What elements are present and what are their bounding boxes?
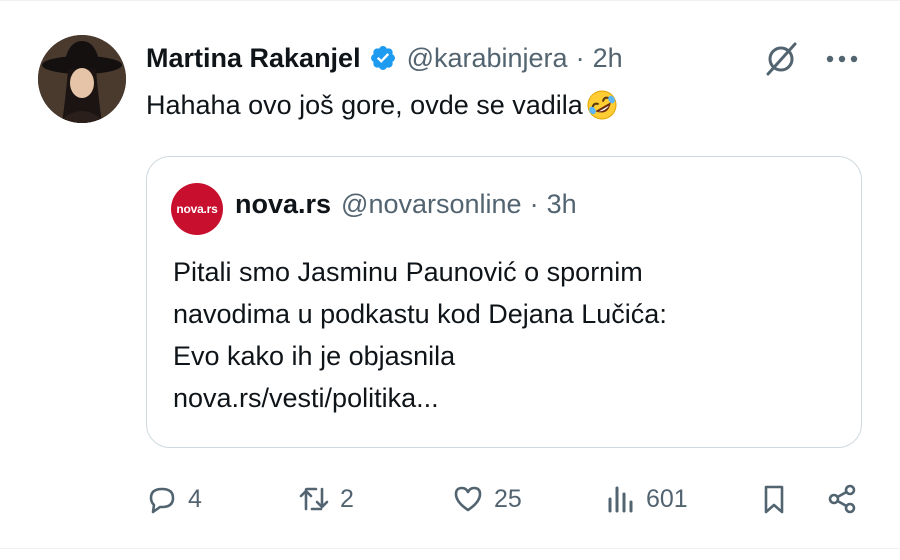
top-divider bbox=[0, 0, 900, 1]
more-options-icon[interactable] bbox=[822, 46, 862, 72]
profile-photo bbox=[38, 35, 126, 123]
tweet-header: Martina Rakanjel @karabinjera · 2h bbox=[146, 36, 623, 80]
quoted-text-line: navodima u podkastu kod Dejana Lučića: bbox=[173, 299, 667, 329]
separator-dot: · bbox=[575, 42, 585, 73]
quoted-tweet-text: Pitali smo Jasminu Paunović o spornim na… bbox=[173, 251, 833, 419]
repost-count: 2 bbox=[340, 484, 354, 513]
author-handle[interactable]: @karabinjera bbox=[407, 43, 568, 74]
quoted-timestamp: 3h bbox=[546, 189, 577, 219]
avatar[interactable] bbox=[38, 35, 126, 123]
like-count: 25 bbox=[494, 484, 522, 513]
share-icon bbox=[828, 484, 856, 514]
timestamp[interactable]: 2h bbox=[593, 43, 623, 74]
action-bar: 4 2 25 601 bbox=[0, 476, 900, 522]
reply-count: 4 bbox=[188, 484, 202, 513]
like-button[interactable]: 25 bbox=[452, 476, 522, 522]
tweet-text-content: Hahaha ovo još gore, ovde se vadila bbox=[146, 89, 583, 120]
quoted-text-line: Pitali smo Jasminu Paunović o spornim bbox=[173, 257, 643, 287]
tweet-text: Hahaha ovo još gore, ovde se vadila bbox=[146, 88, 619, 122]
quoted-tweet-header: nova.rs @novarsonline · 3h bbox=[235, 189, 577, 220]
reply-icon bbox=[149, 487, 175, 514]
bookmark-icon bbox=[764, 485, 784, 514]
quoted-avatar[interactable]: nova.rs bbox=[171, 183, 223, 235]
quoted-author-name: nova.rs bbox=[235, 189, 332, 219]
repost-button[interactable]: 2 bbox=[298, 476, 354, 522]
verified-badge-icon bbox=[369, 44, 397, 72]
author-name[interactable]: Martina Rakanjel bbox=[146, 43, 361, 74]
repost-icon bbox=[299, 487, 329, 511]
share-button[interactable] bbox=[826, 476, 858, 522]
quoted-text-line: Evo kako ih je objasnila bbox=[173, 341, 456, 371]
rolling-on-floor-laughing-icon bbox=[585, 88, 619, 122]
quoted-separator-dot: · bbox=[529, 189, 539, 219]
analytics-icon bbox=[608, 486, 633, 513]
quoted-avatar-logo: nova.rs bbox=[176, 202, 218, 216]
bottom-divider bbox=[0, 548, 900, 549]
quoted-tweet-card[interactable]: nova.rs nova.rs @novarsonline · 3h Pital… bbox=[146, 156, 862, 448]
quoted-link: nova.rs/vesti/politika... bbox=[173, 383, 439, 413]
views-button[interactable]: 601 bbox=[604, 476, 688, 522]
bookmark-button[interactable] bbox=[758, 476, 790, 522]
grok-icon[interactable] bbox=[762, 40, 800, 78]
reply-button[interactable]: 4 bbox=[146, 476, 202, 522]
view-count: 601 bbox=[646, 484, 688, 513]
quoted-author-handle: @novarsonline bbox=[341, 189, 522, 219]
heart-icon bbox=[454, 486, 482, 512]
